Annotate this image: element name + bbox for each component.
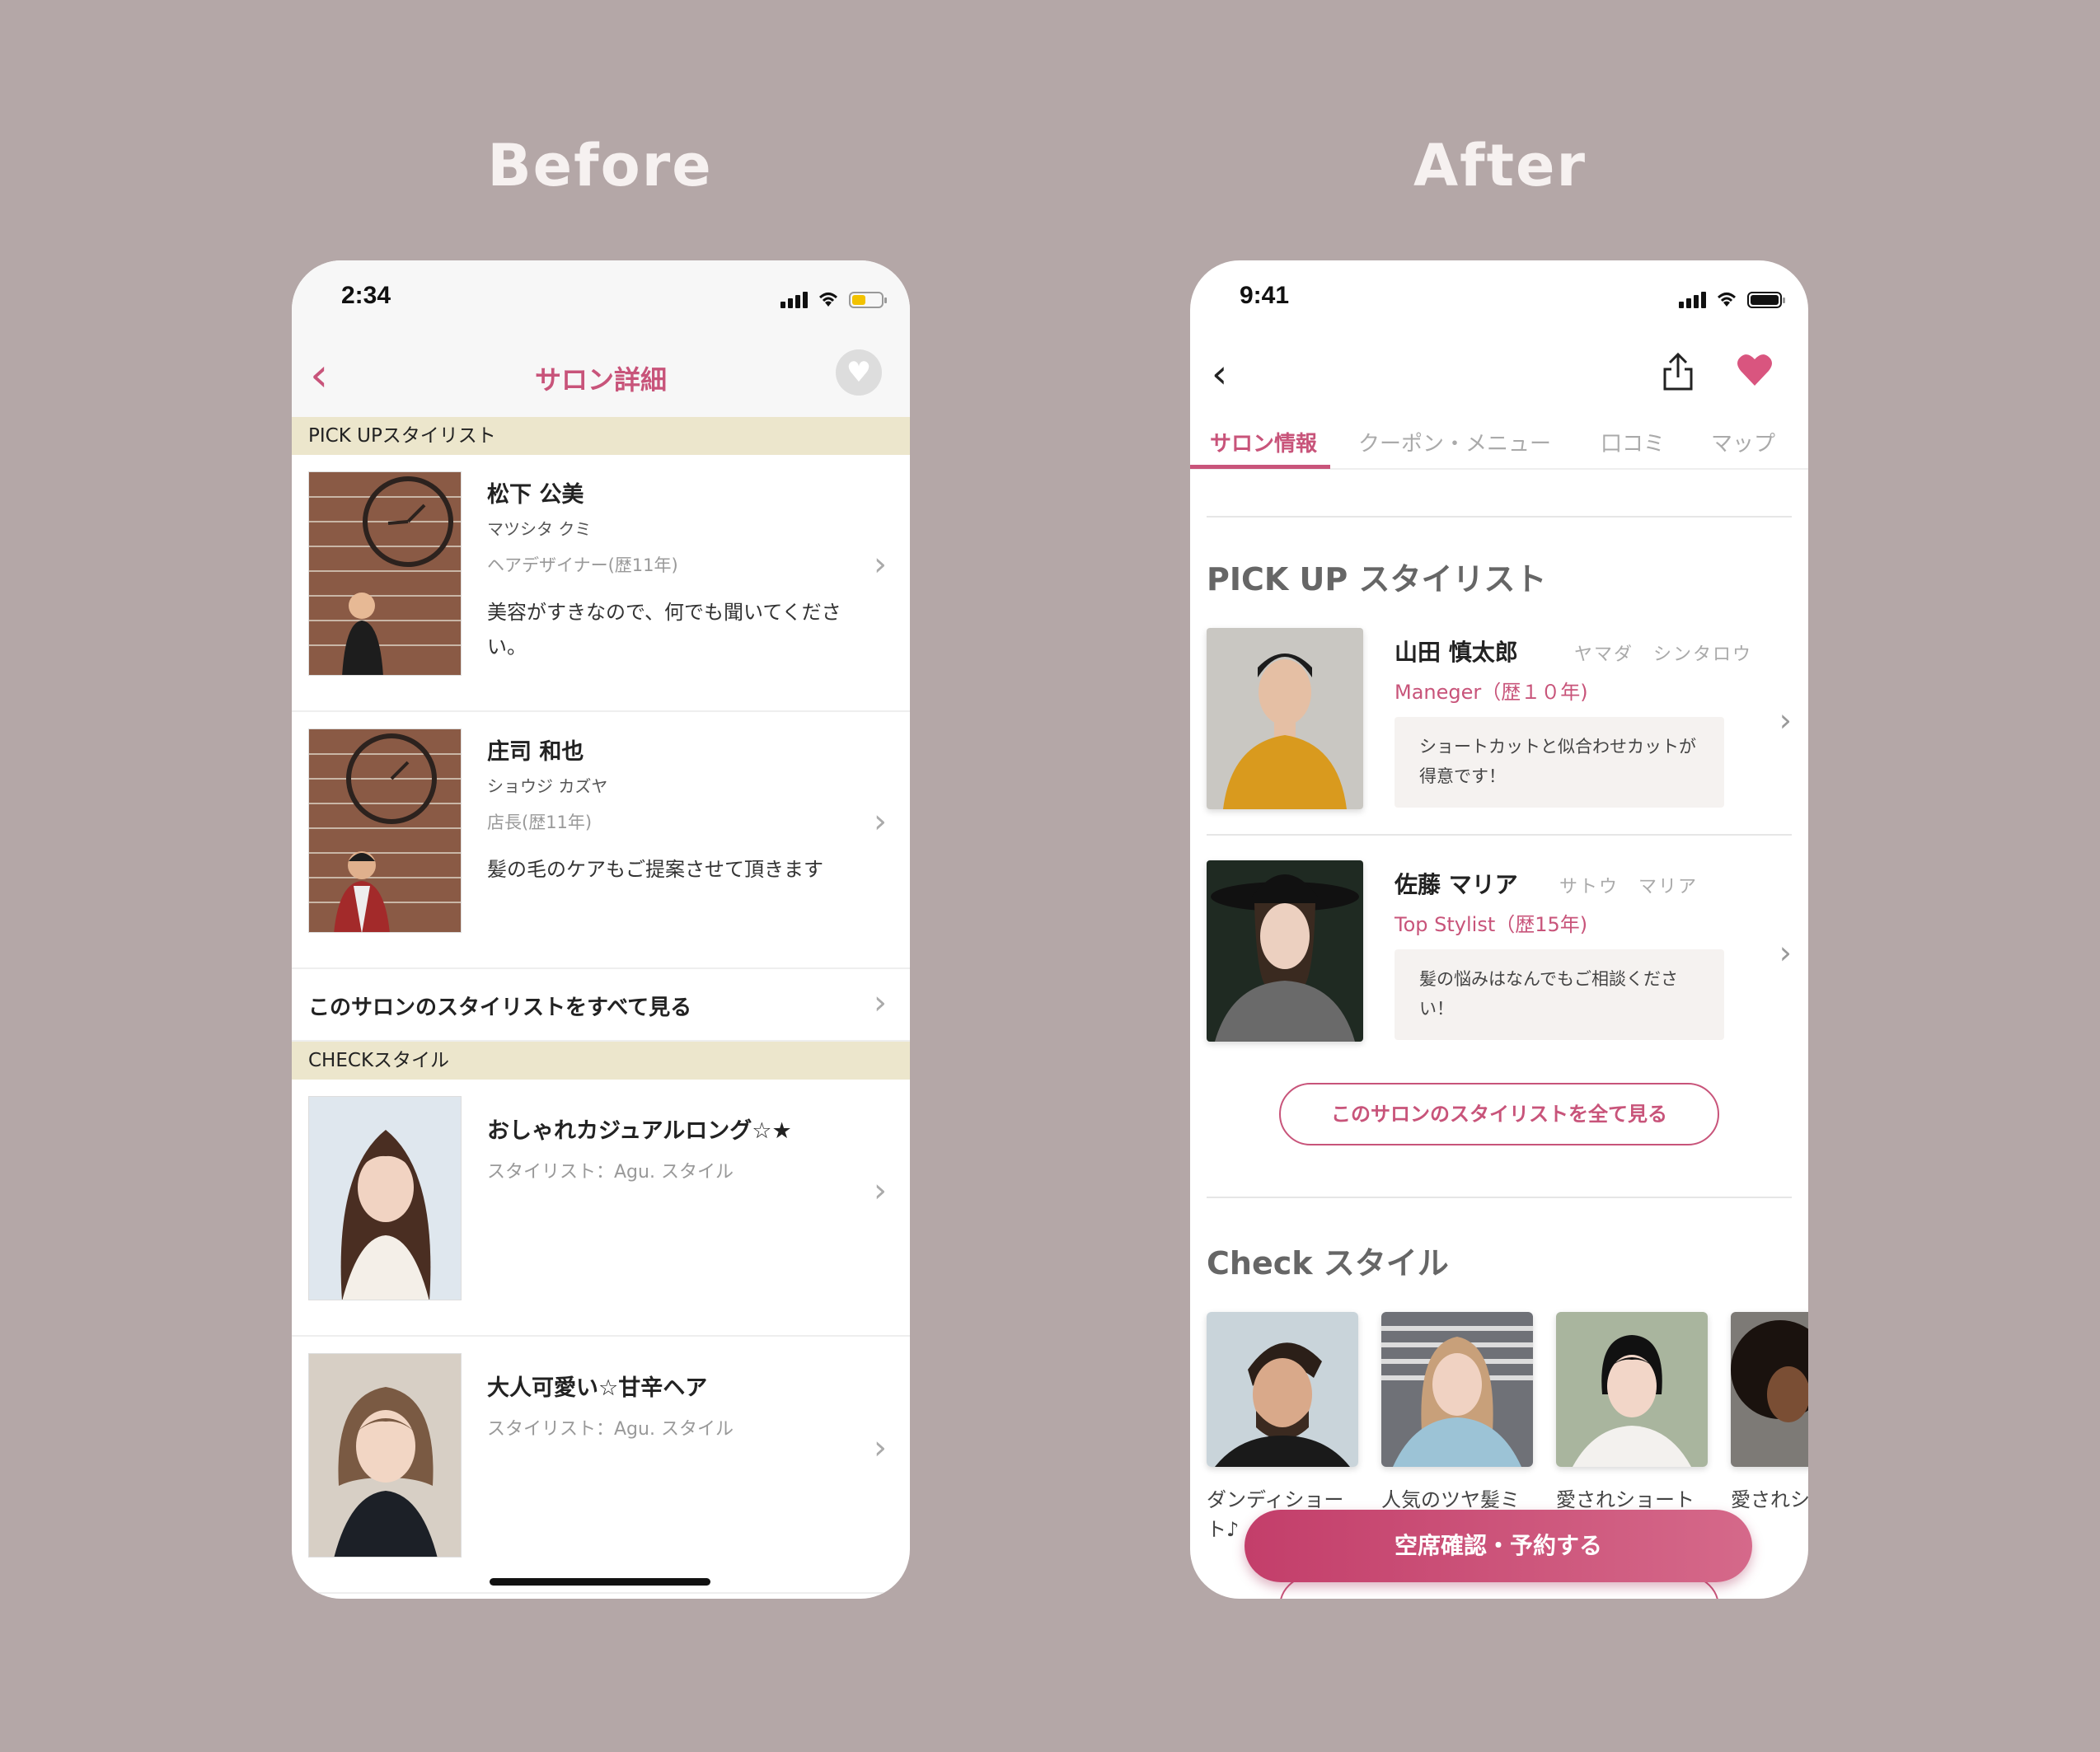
stylist-photo <box>1207 860 1363 1042</box>
see-all-stylists-button[interactable]: このサロンのスタイリストを全て見る <box>1279 1083 1719 1145</box>
style-item[interactable]: 愛されシ <box>1731 1312 1808 1515</box>
page-title: サロン詳細 <box>534 364 667 396</box>
signal-icon <box>1679 292 1706 308</box>
chevron-right-icon: › <box>874 546 887 583</box>
stylist-photo <box>308 728 462 933</box>
style-photo <box>308 1353 462 1558</box>
stylist-photo <box>1207 628 1363 809</box>
tab-coupon-menu[interactable]: クーポン・メニュー <box>1358 427 1551 457</box>
phone-before: 2:34 ‹ サロン詳細 ♥ PICK UPスタイリスト 松下 公美 マツシタ … <box>292 260 910 1599</box>
tab-salon-info[interactable]: サロン情報 <box>1210 427 1317 457</box>
style-caption: 愛されシ <box>1731 1488 1808 1511</box>
active-tab-indicator <box>1190 465 1330 469</box>
status-time: 2:34 <box>341 282 391 309</box>
stylist-role: Top Stylist（歴15年) <box>1395 913 1588 936</box>
favorite-heart-icon[interactable] <box>1736 351 1774 389</box>
status-bar: 2:34 <box>292 260 910 335</box>
stylist-name: 佐藤 マリア <box>1395 871 1518 898</box>
stylist-role: ヘアデザイナー(歴11年) <box>487 555 678 575</box>
see-all-label: このサロンのスタイリストをすべて見る <box>308 995 692 1020</box>
stylist-photo <box>308 471 462 676</box>
stylist-name: 山田 慎太郎 <box>1395 639 1518 666</box>
pickup-heading: PICK UP スタイリスト <box>1207 561 1547 597</box>
see-all-stylists-link[interactable]: このサロンのスタイリストをすべて見る › <box>292 969 910 1042</box>
stylist-card[interactable]: 庄司 和也 ショウジ カズヤ 店長(歴11年) 髪の毛のケアもご提案させて頂きま… <box>292 712 910 969</box>
style-photo <box>1731 1312 1808 1467</box>
chevron-right-icon: › <box>1779 935 1792 971</box>
style-photo <box>1556 1312 1708 1467</box>
favorite-heart-icon[interactable]: ♥ <box>836 349 882 396</box>
phone-after: 9:41 ‹ サロン情報 クーポン・メニュー 口コミ マップ PICK UP ス… <box>1190 260 1808 1599</box>
check-style-heading: Check スタイル <box>1207 1245 1449 1281</box>
chevron-right-icon: › <box>1779 702 1792 738</box>
reserve-button[interactable]: 空席確認・予約する <box>1245 1510 1752 1582</box>
tab-map[interactable]: マップ <box>1711 427 1775 457</box>
style-photo <box>1381 1312 1533 1467</box>
stylist-card[interactable]: 山田 慎太郎 ヤマダ シンタロウ Maneger（歴１０年) ショートカットと似… <box>1207 628 1792 850</box>
style-photo <box>1207 1312 1358 1467</box>
stylist-name: 庄司 和也 <box>487 739 584 765</box>
chevron-right-icon: › <box>874 803 887 841</box>
pickup-section-header: PICK UPスタイリスト <box>292 417 910 455</box>
status-bar: 9:41 <box>1190 260 1808 335</box>
stylist-name: 松下 公美 <box>487 482 584 508</box>
back-icon[interactable]: ‹ <box>1212 351 1227 397</box>
chevron-right-icon: › <box>874 984 887 1022</box>
heading-before: Before <box>487 132 713 199</box>
signal-icon <box>780 292 808 308</box>
stylist-kana: サトウ マリア <box>1559 877 1699 897</box>
stylist-message: 美容がすきなので、何でも聞いてください。 <box>487 601 841 658</box>
style-photo <box>308 1096 462 1300</box>
nav-bar: ‹ サロン詳細 ♥ <box>292 335 910 417</box>
stylist-role: 店長(歴11年) <box>487 813 593 832</box>
stylist-card[interactable]: 松下 公美 マツシタ クミ ヘアデザイナー(歴11年) 美容がすきなので、何でも… <box>292 455 910 712</box>
style-title: おしゃれカジュアルロング☆★ <box>487 1118 792 1144</box>
stylist-message: 髪の悩みはなんでもご相談ください！ <box>1395 949 1724 1040</box>
check-section-header: CHECKスタイル <box>292 1042 910 1080</box>
stylist-message: ショートカットと似合わせカットが得意です！ <box>1395 717 1724 808</box>
style-stylist: スタイリスト：Agu. スタイル <box>487 1419 734 1440</box>
home-indicator <box>490 1578 710 1586</box>
stylist-role: Maneger（歴１０年) <box>1395 681 1588 704</box>
stylist-kana: ヤマダ シンタロウ <box>1574 644 1753 665</box>
style-stylist: スタイリスト：Agu. スタイル <box>487 1162 734 1183</box>
style-card[interactable]: おしゃれカジュアルロング☆★ スタイリスト：Agu. スタイル › <box>292 1080 910 1337</box>
status-time: 9:41 <box>1240 282 1290 309</box>
divider <box>1207 1197 1792 1198</box>
divider <box>1207 834 1792 836</box>
tab-reviews[interactable]: 口コミ <box>1601 427 1665 457</box>
chevron-right-icon: › <box>874 1172 887 1210</box>
style-item[interactable]: 愛されショート <box>1556 1312 1708 1515</box>
heading-after: After <box>1413 132 1587 199</box>
tab-bar: サロン情報 クーポン・メニュー 口コミ マップ <box>1190 417 1808 470</box>
style-item[interactable]: 人気のツヤ髪ミ <box>1381 1312 1533 1515</box>
stylist-kana: ショウジ カズヤ <box>487 776 608 796</box>
share-icon[interactable] <box>1660 351 1696 392</box>
style-title: 大人可愛い☆甘辛ヘア <box>487 1375 708 1401</box>
stylist-message: 髪の毛のケアもご提案させて頂きます <box>487 858 823 881</box>
wifi-icon <box>818 293 838 307</box>
style-carousel[interactable]: ダンディショー ト♪ 人気のツヤ髪ミ 愛されショート 愛されシ <box>1207 1312 1808 1541</box>
nav-bar: ‹ サロン情報 クーポン・メニュー 口コミ マップ <box>1190 335 1808 491</box>
style-card[interactable]: 大人可愛い☆甘辛ヘア スタイリスト：Agu. スタイル › <box>292 1337 910 1594</box>
divider <box>1207 516 1792 518</box>
battery-icon <box>1747 292 1785 308</box>
stylist-card[interactable]: 佐藤 マリア サトウ マリア Top Stylist（歴15年) 髪の悩みはなん… <box>1207 860 1792 1083</box>
wifi-icon <box>1717 293 1737 307</box>
stylist-kana: マツシタ クミ <box>487 519 592 539</box>
battery-icon <box>849 292 887 308</box>
chevron-right-icon: › <box>874 1429 887 1467</box>
